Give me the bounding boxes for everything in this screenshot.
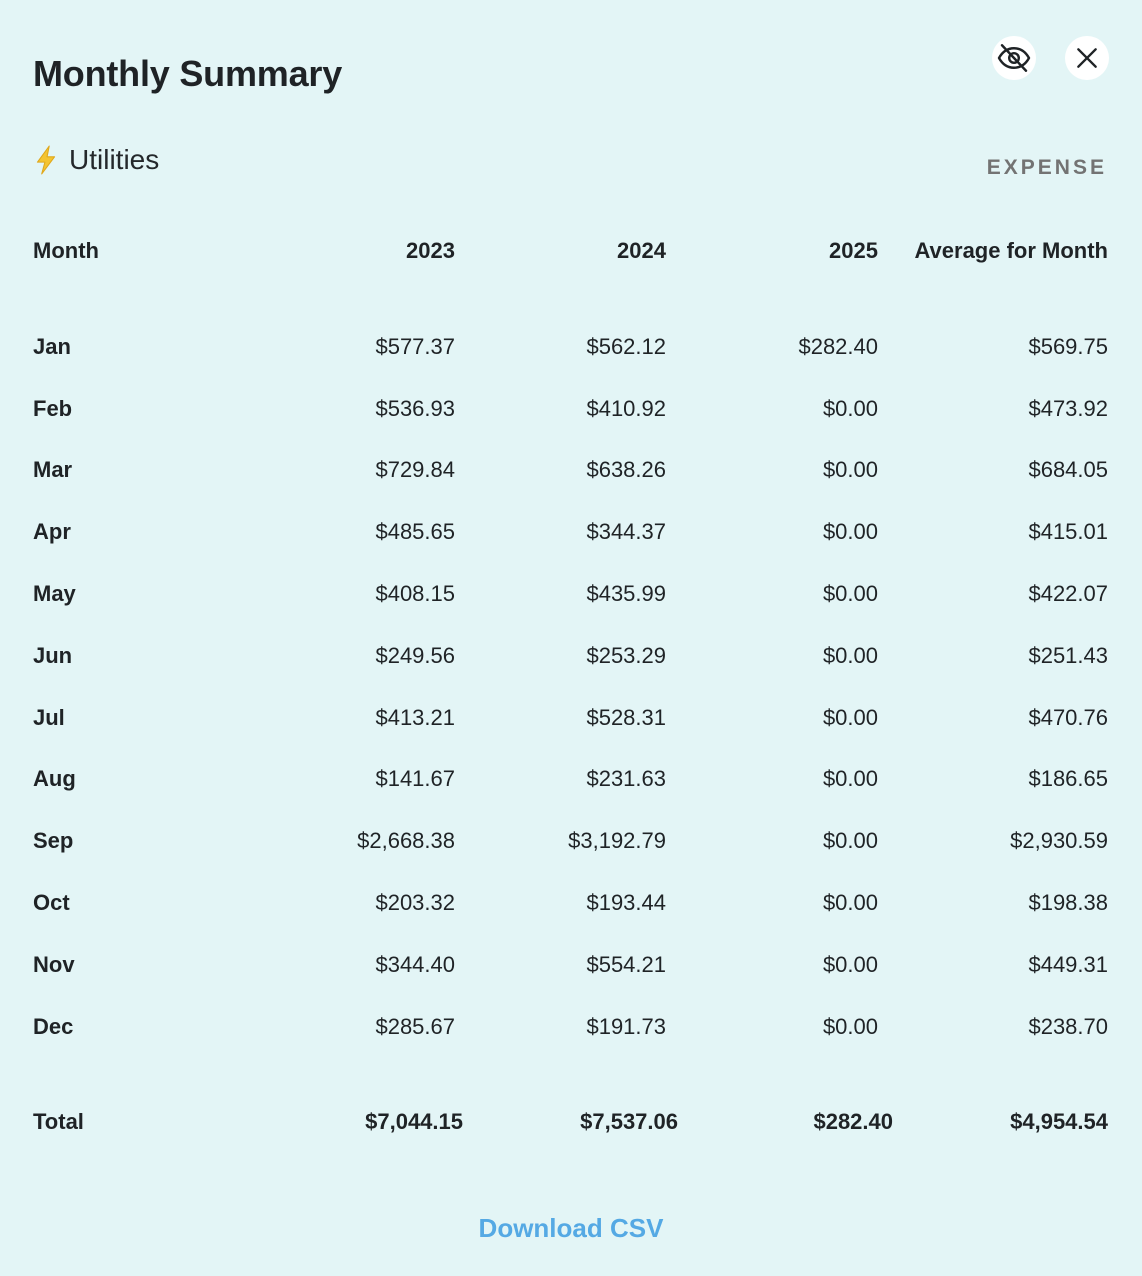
value-cell-2023: $577.37 [375,334,455,359]
average-cell: $198.38 [1028,890,1108,915]
value-cell-2023: $413.21 [375,705,455,730]
value-cell-2025: $282.40 [798,334,878,359]
value-cell-2024: $191.73 [586,1014,666,1039]
table-row: Apr $485.65 $344.37 $0.00 $415.01 [33,512,1108,552]
table-row: Sep $2,668.38 $3,192.79 $0.00 $2,930.59 [33,821,1108,861]
category-label: Utilities [69,144,160,175]
value-cell-2025: $0.00 [822,643,878,668]
total-average-cell: $4,954.54 [1010,1109,1108,1134]
month-cell: Jul [33,705,65,730]
value-cell-2025: $0.00 [822,457,878,482]
average-cell: $422.07 [1028,581,1108,606]
average-cell: $415.01 [1028,519,1108,544]
table-total-row: Total $7,044.15 $7,537.06 $282.40 $4,954… [33,1102,1108,1142]
table-row: Jul $413.21 $528.31 $0.00 $470.76 [33,698,1108,738]
total-cell-2024: $7,537.06 [580,1109,678,1134]
value-cell-2024: $344.37 [586,519,666,544]
month-cell: Aug [33,766,76,791]
value-cell-2024: $3,192.79 [568,828,666,853]
average-cell: $569.75 [1028,334,1108,359]
value-cell-2023: $285.67 [375,1014,455,1039]
value-cell-2025: $0.00 [822,705,878,730]
category-type-badge: EXPENSE [986,156,1107,179]
value-cell-2024: $638.26 [586,457,666,482]
table-header-row: Month 2023 2024 2025 Average for Month [33,231,1108,271]
month-cell: Jun [33,643,73,668]
table-row: Oct $203.32 $193.44 $0.00 $198.38 [33,883,1108,923]
table-row: Mar $729.84 $638.26 $0.00 $684.05 [33,450,1108,490]
table-row: Dec $285.67 $191.73 $0.00 $238.70 [33,1007,1108,1047]
total-cell-2025: $282.40 [813,1109,893,1134]
column-header-month: Month [33,238,99,263]
value-cell-2023: $141.67 [375,766,455,791]
value-cell-2025: $0.00 [822,766,878,791]
month-cell: Dec [33,1014,74,1039]
table-row: Feb $536.93 $410.92 $0.00 $473.92 [33,389,1108,429]
value-cell-2023: $344.40 [375,952,455,977]
average-cell: $449.31 [1028,952,1108,977]
total-cell-2023: $7,044.15 [365,1109,463,1134]
month-cell: Feb [33,396,73,421]
value-cell-2025: $0.00 [822,519,878,544]
download-csv-link[interactable]: Download CSV [0,1208,1142,1248]
month-cell: Sep [33,828,74,853]
value-cell-2025: $0.00 [822,396,878,421]
value-cell-2023: $485.65 [375,519,455,544]
column-header-average: Average for Month [914,238,1108,263]
value-cell-2024: $193.44 [586,890,666,915]
value-cell-2023: $408.15 [375,581,455,606]
value-cell-2024: $528.31 [586,705,666,730]
value-cell-2024: $410.92 [586,396,666,421]
close-icon [1074,45,1100,71]
category-header: Utilities [33,142,159,178]
value-cell-2024: $253.29 [586,643,666,668]
hide-button[interactable] [992,36,1036,80]
page-title: Monthly Summary [33,53,343,94]
total-label: Total [33,1109,84,1134]
value-cell-2025: $0.00 [822,1014,878,1039]
value-cell-2024: $562.12 [586,334,666,359]
value-cell-2023: $203.32 [375,890,455,915]
month-cell: Nov [33,952,75,977]
eye-slash-icon [996,40,1032,76]
table-row: Jun $249.56 $253.29 $0.00 $251.43 [33,636,1108,676]
value-cell-2024: $435.99 [586,581,666,606]
month-cell: Apr [33,519,71,544]
month-cell: Oct [33,890,70,915]
table-row: Jan $577.37 $562.12 $282.40 $569.75 [33,327,1108,367]
average-cell: $2,930.59 [1010,828,1108,853]
value-cell-2023: $729.84 [375,457,455,482]
table-row: May $408.15 $435.99 $0.00 $422.07 [33,574,1108,614]
value-cell-2025: $0.00 [822,890,878,915]
table-row: Aug $141.67 $231.63 $0.00 $186.65 [33,759,1108,799]
lightning-bolt-icon [36,145,56,175]
value-cell-2023: $536.93 [375,396,455,421]
average-cell: $473.92 [1028,396,1108,421]
average-cell: $684.05 [1028,457,1108,482]
value-cell-2025: $0.00 [822,581,878,606]
value-cell-2025: $0.00 [822,828,878,853]
average-cell: $470.76 [1028,705,1108,730]
month-cell: Mar [33,457,73,482]
column-header-2025: 2025 [829,238,878,263]
value-cell-2024: $231.63 [586,766,666,791]
average-cell: $251.43 [1028,643,1108,668]
value-cell-2025: $0.00 [822,952,878,977]
column-header-2023: 2023 [406,238,455,263]
table-row: Nov $344.40 $554.21 $0.00 $449.31 [33,945,1108,985]
value-cell-2024: $554.21 [586,952,666,977]
value-cell-2023: $2,668.38 [357,828,455,853]
month-cell: Jan [33,334,71,359]
close-button[interactable] [1065,36,1109,80]
column-header-2024: 2024 [617,238,666,263]
average-cell: $238.70 [1028,1014,1108,1039]
month-cell: May [33,581,76,606]
value-cell-2023: $249.56 [375,643,455,668]
average-cell: $186.65 [1028,766,1108,791]
